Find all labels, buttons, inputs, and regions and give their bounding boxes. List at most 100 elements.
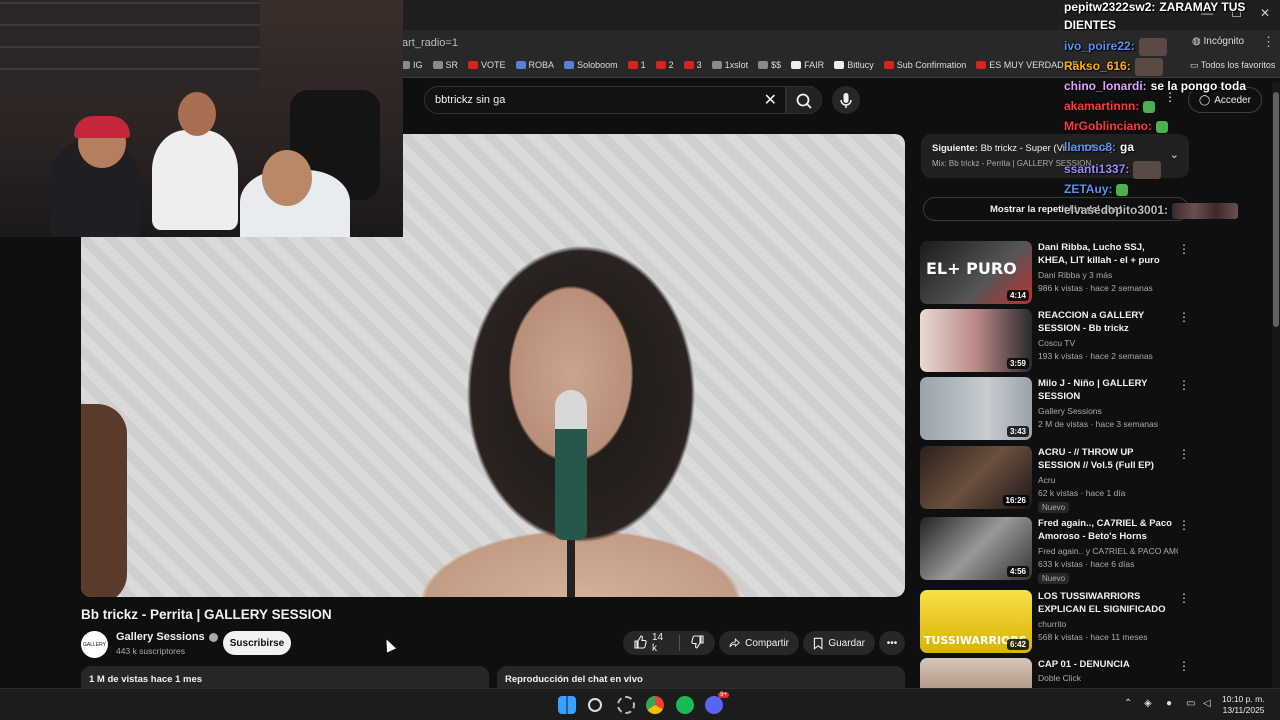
search-query[interactable]: bbtrickz sin ga [435, 94, 505, 106]
bookmark-item[interactable]: Sub Confirmation [883, 60, 966, 70]
spotify-taskbar-icon[interactable] [676, 696, 694, 714]
video-thumbnail[interactable]: 4:56 [920, 517, 1032, 580]
more-options-icon[interactable]: ⋮ [1178, 447, 1190, 461]
recommendation-channel[interactable]: Dani Ribba y 3 más [1038, 270, 1178, 280]
chat-replay-label: Reproducción del chat en vivo [505, 674, 643, 685]
video-thumbnail[interactable]: 3:59 [920, 309, 1032, 372]
share-button[interactable]: Compartir [719, 631, 799, 655]
search-taskbar-icon[interactable] [588, 698, 602, 712]
recommendation-title[interactable]: Milo J - Niño | GALLERY SESSION [1038, 377, 1176, 403]
tray-network-icon[interactable]: ▭ [1186, 698, 1195, 709]
video-thumbnail[interactable]: 16:26 [920, 446, 1032, 509]
bookmark-item[interactable]: 3 [683, 60, 702, 70]
duration-badge: 16:26 [1002, 495, 1029, 506]
recommendation-title[interactable]: LOS TUSSIWARRIORS EXPLICAN EL SIGNIFICAD… [1038, 590, 1176, 616]
chat-username: llanosc8: [1064, 140, 1117, 154]
windows-start-icon[interactable] [558, 696, 576, 714]
chat-message: ssanti1337: [1064, 161, 1162, 179]
subscribe-button[interactable]: Suscribirse [223, 631, 291, 655]
recommendation-channel[interactable]: Doble Click [1038, 673, 1178, 683]
more-actions-button[interactable]: ••• [879, 631, 905, 655]
bookmark-label: VOTE [481, 60, 506, 70]
chat-text: ga [1120, 140, 1135, 154]
more-options-icon[interactable]: ⋮ [1178, 518, 1190, 532]
bookmark-item[interactable]: SR [432, 60, 458, 70]
recommendation-title[interactable]: REACCION a GALLERY SESSION - Bb trickz [1038, 309, 1176, 335]
channel-label: Fred again.. [1038, 546, 1084, 556]
chat-emote-icon [1133, 161, 1162, 179]
bookmark-favicon-icon [976, 61, 987, 69]
recommendation-channel[interactable]: Acru [1038, 475, 1178, 485]
channel-name-link[interactable]: Gallery Sessions [116, 631, 218, 643]
recommendation-item[interactable]: EL+ PURO 4:14 Dani Ribba, Lucho SSJ, KHEA,… [920, 241, 1190, 305]
search-button[interactable] [786, 86, 822, 114]
clock[interactable]: 10:10 p. m. 13/11/2025 [1222, 694, 1265, 716]
recommendation-meta: 568 k vistas · hace 11 meses [1038, 632, 1148, 642]
recommendation-meta: 986 k vistas · hace 2 semanas [1038, 283, 1153, 293]
channel-avatar-text: GALLERY [83, 641, 106, 648]
bookmark-label: $$ [771, 60, 782, 70]
new-badge: Nuevo [1038, 502, 1070, 513]
chat-emote-icon [1138, 38, 1167, 56]
bookmark-item[interactable]: ROBA [515, 60, 555, 70]
recommendation-item[interactable]: TUSSIWARRIORS 6:42 LOS TUSSIWARRIORS EXPLI… [920, 590, 1190, 654]
url-text[interactable]: art_radio=1 [402, 37, 458, 49]
more-options-icon[interactable]: ⋮ [1178, 242, 1190, 256]
recommendation-item[interactable]: 4:56 Fred again.., CA7RIEL & Paco Amoroso… [920, 517, 1190, 584]
more-horizontal-icon: ••• [886, 637, 898, 649]
bookmark-item[interactable]: $$ [758, 60, 781, 70]
chat-emote-icon [1116, 183, 1129, 196]
chat-text: se la pongo toda [1150, 79, 1247, 93]
more-options-icon[interactable]: ⋮ [1178, 378, 1190, 392]
channel-label: Coscu TV [1038, 338, 1076, 348]
bookmark-item[interactable]: Bitlucy [834, 60, 874, 70]
clear-search-icon[interactable]: ✕ [764, 90, 777, 110]
recommendation-channel[interactable]: Gallery Sessions [1038, 406, 1178, 416]
channel-avatar[interactable]: GALLERY [81, 631, 108, 658]
recommendation-channel[interactable]: Coscu TV [1038, 338, 1178, 348]
streamer-center-head [178, 92, 216, 136]
recommendation-meta: 633 k vistas · hace 6 días [1038, 559, 1135, 569]
duration-badge: 6:42 [1006, 639, 1029, 650]
recommendation-channel[interactable]: churrito [1038, 619, 1178, 629]
tray-mic-icon[interactable]: ● [1166, 698, 1172, 709]
recommendation-meta: 193 k vistas · hace 2 semanas [1038, 351, 1153, 361]
bookmark-item[interactable]: 1xslot [711, 60, 748, 70]
bookmark-item[interactable]: 2 [655, 60, 674, 70]
video-thumbnail[interactable]: EL+ PURO 4:14 [920, 241, 1032, 304]
recommendation-item[interactable]: 16:26 ACRU - // THROW UP SESSION // Vol.5… [920, 446, 1190, 513]
more-options-icon[interactable]: ⋮ [1178, 310, 1190, 324]
app-taskbar-icon[interactable] [617, 696, 635, 714]
tray-volume-icon[interactable]: ◁ [1203, 698, 1211, 709]
recommendation-title[interactable]: Fred again.., CA7RIEL & Paco Amoroso - B… [1038, 517, 1176, 543]
recommendation-item[interactable]: 3:43 Milo J - Niño | GALLERY SESSION Galle… [920, 377, 1190, 441]
voice-search-button[interactable] [832, 86, 860, 114]
bookmark-item[interactable]: FAIR [791, 60, 824, 70]
bookmark-item[interactable]: VOTE [468, 60, 506, 70]
bookmark-item[interactable]: 1 [627, 60, 646, 70]
chrome-taskbar-icon[interactable] [646, 696, 664, 714]
recommendation-channel[interactable]: Fred again.. y CA7RIEL & PACO AMO... [1038, 546, 1178, 556]
tray-app-icon[interactable]: ◈ [1144, 698, 1152, 709]
recommendation-title[interactable]: ACRU - // THROW UP SESSION // Vol.5 (Ful… [1038, 446, 1176, 472]
more-options-icon[interactable]: ⋮ [1178, 591, 1190, 605]
tray-chevron-up-icon[interactable]: ⌃ [1124, 698, 1132, 709]
like-count[interactable]: 14 k [652, 632, 668, 654]
recommendation-title[interactable]: Dani Ribba, Lucho SSJ, KHEA, LIT killah … [1038, 241, 1176, 267]
dislike-button[interactable] [691, 634, 705, 652]
bookmark-label: ROBA [528, 60, 555, 70]
save-button[interactable]: Guardar [803, 631, 875, 655]
like-button[interactable] [633, 634, 647, 652]
discord-taskbar-icon[interactable]: 9+ [705, 692, 729, 714]
more-options-icon[interactable]: ⋮ [1178, 659, 1190, 673]
video-thumbnail[interactable]: 3:43 [920, 377, 1032, 440]
channel-label: Gallery Sessions [1038, 406, 1102, 416]
chat-message: DIENTES [1064, 18, 1116, 32]
channel-name[interactable]: Gallery Sessions [116, 631, 205, 643]
bookmark-item[interactable]: Soloboom [564, 60, 618, 70]
recommendation-item[interactable]: 3:59 REACCION a GALLERY SESSION - Bb tric… [920, 309, 1190, 373]
video-thumbnail[interactable]: TUSSIWARRIORS 6:42 [920, 590, 1032, 653]
search-input[interactable]: bbtrickz sin ga ✕ [424, 86, 786, 114]
bookmark-item[interactable]: IG [400, 60, 423, 70]
recommendation-title[interactable]: CAP 01 - DENUNCIA [1038, 658, 1176, 671]
